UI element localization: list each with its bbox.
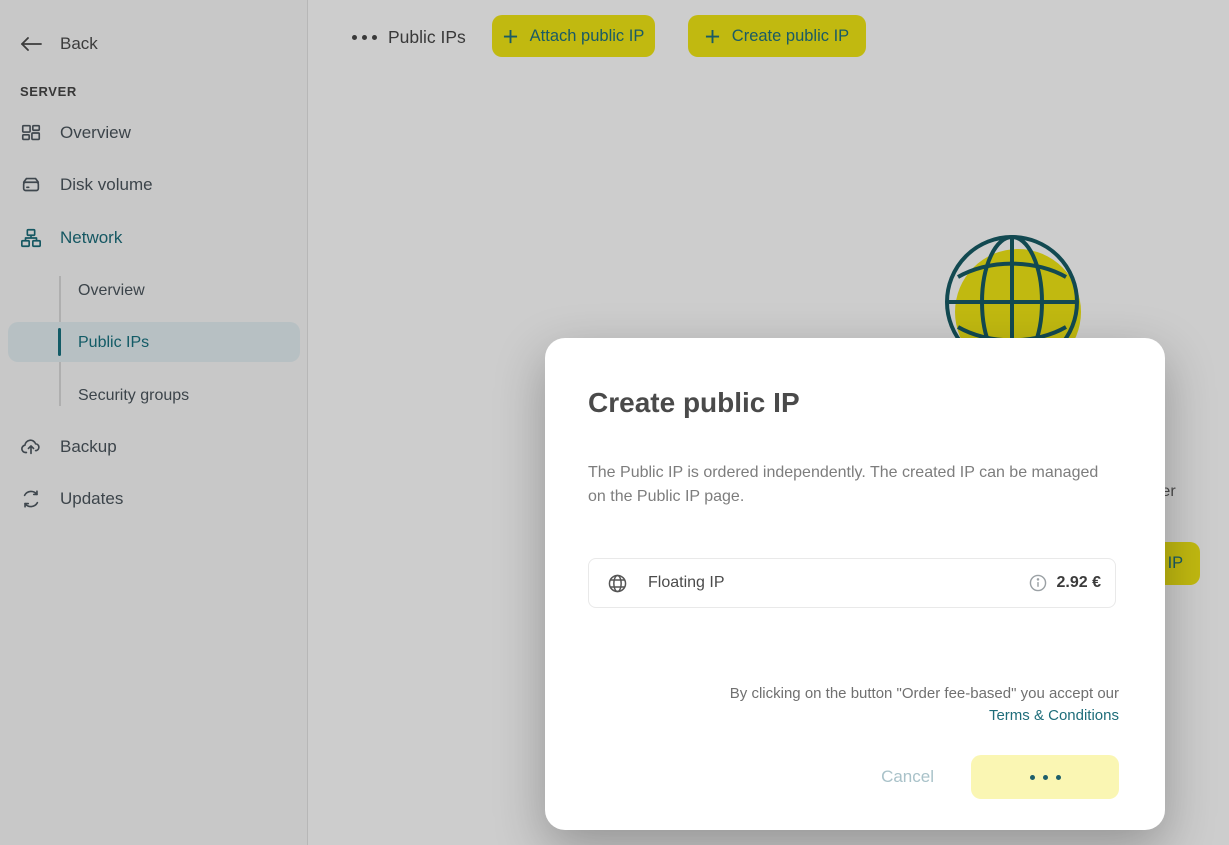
order-fee-based-button-loading[interactable] [971, 755, 1119, 799]
price-label: 2.92 € [1057, 574, 1101, 592]
floating-ip-label: Floating IP [648, 574, 724, 592]
dialog-description: The Public IP is ordered independently. … [588, 461, 1116, 509]
app-window: Back SERVER Overview Disk volume [0, 0, 1229, 845]
terms-and-conditions-link[interactable]: Terms & Conditions [989, 705, 1119, 726]
dialog-footer: Cancel [588, 755, 1119, 799]
loading-dot [1030, 775, 1035, 780]
create-public-ip-dialog: Create public IP The Public IP is ordere… [545, 338, 1165, 830]
loading-dot [1056, 775, 1061, 780]
cancel-button[interactable]: Cancel [881, 767, 934, 787]
info-icon[interactable] [1029, 574, 1047, 592]
loading-dot [1043, 775, 1048, 780]
terms-text: By clicking on the button "Order fee-bas… [730, 685, 1119, 702]
terms-notice: By clicking on the button "Order fee-bas… [588, 683, 1119, 726]
dialog-title: Create public IP [588, 387, 1119, 419]
floating-ip-option-row[interactable]: Floating IP 2.92 € [588, 558, 1116, 608]
globe-icon [607, 573, 628, 594]
